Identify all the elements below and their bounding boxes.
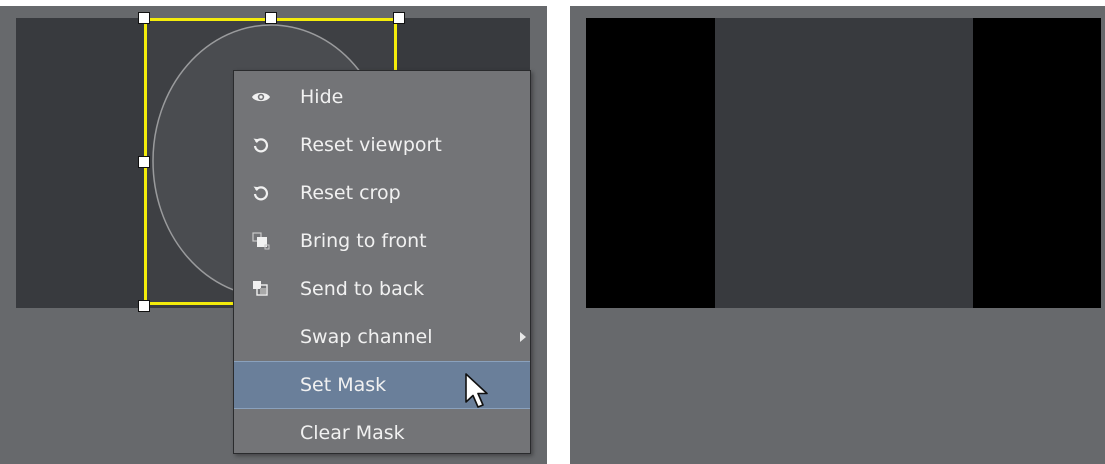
menu-item-label: Set Mask — [300, 374, 387, 396]
black-bar-left — [586, 18, 715, 308]
menu-item-reset-viewport[interactable]: Reset viewport — [234, 121, 530, 169]
masked-canvas-area — [715, 18, 973, 308]
menu-item-label: Bring to front — [300, 230, 427, 252]
menu-item-label: Send to back — [300, 278, 425, 300]
menu-item-label: Hide — [300, 86, 344, 108]
right-preview-panel — [570, 6, 1105, 464]
menu-item-label: Reset viewport — [300, 134, 442, 156]
menu-item-label: Clear Mask — [300, 422, 405, 444]
menu-item-hide[interactable]: Hide — [234, 73, 530, 121]
resize-handle-top-right[interactable] — [393, 12, 405, 24]
mouse-pointer-icon — [465, 373, 488, 408]
eye-icon — [250, 86, 272, 108]
resize-handle-bottom-left[interactable] — [138, 300, 150, 312]
undo-icon — [250, 182, 272, 204]
menu-item-clear-mask[interactable]: Clear Mask — [234, 409, 530, 457]
send-to-back-icon — [250, 278, 272, 300]
menu-item-bring-to-front[interactable]: Bring to front — [234, 217, 530, 265]
menu-item-label: Swap channel — [300, 326, 433, 348]
resize-handle-middle-left[interactable] — [138, 156, 150, 168]
black-bar-right — [973, 18, 1101, 308]
resize-handle-top-middle[interactable] — [265, 12, 277, 24]
menu-item-label: Reset crop — [300, 182, 401, 204]
resize-handle-top-left[interactable] — [138, 12, 150, 24]
bring-to-front-icon — [250, 230, 272, 252]
menu-item-swap-channel[interactable]: Swap channel — [234, 313, 530, 361]
submenu-arrow-icon — [520, 332, 526, 342]
left-preview-panel: Hide Reset viewport Reset crop Bring to … — [0, 6, 547, 464]
undo-icon — [250, 134, 272, 156]
menu-item-reset-crop[interactable]: Reset crop — [234, 169, 530, 217]
menu-item-send-to-back[interactable]: Send to back — [234, 265, 530, 313]
